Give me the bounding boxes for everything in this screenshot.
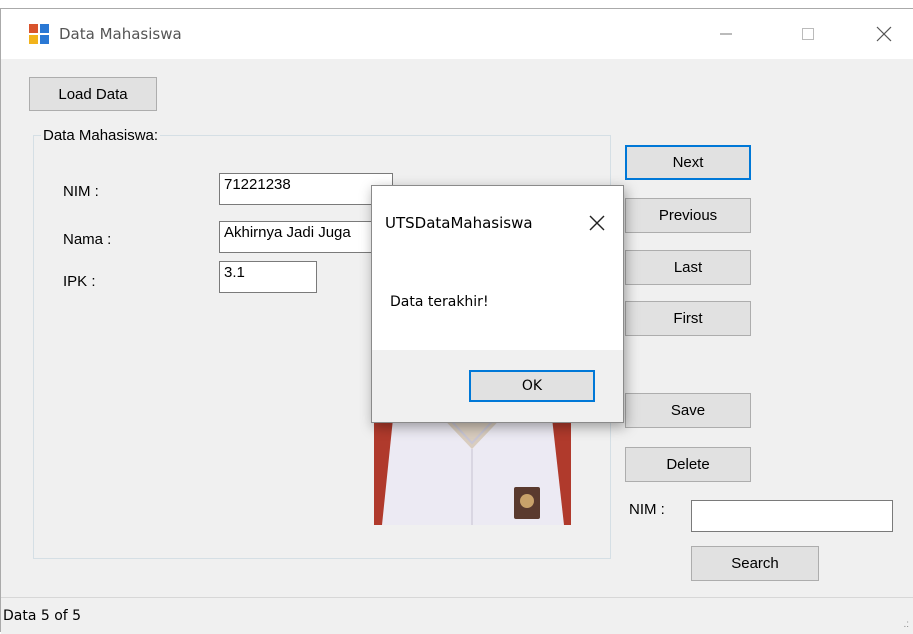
dialog-message: Data terakhir! — [390, 294, 489, 310]
search-nim-field[interactable] — [691, 500, 893, 532]
nama-label: Nama : — [63, 231, 112, 248]
form-icon — [29, 24, 49, 44]
save-button[interactable]: Save — [625, 393, 751, 428]
nama-field[interactable]: Akhirnya Jadi Juga — [219, 221, 393, 253]
close-button[interactable] — [855, 9, 913, 59]
search-nim-label: NIM : — [629, 501, 665, 518]
message-dialog: UTSDataMahasiswa Data terakhir! OK — [371, 185, 624, 423]
next-button[interactable]: Next — [625, 145, 751, 180]
nim-label: NIM : — [63, 183, 99, 200]
delete-button[interactable]: Delete — [625, 447, 751, 482]
minimize-button[interactable] — [697, 9, 755, 59]
ipk-label: IPK : — [63, 273, 96, 290]
window-title: Data Mahasiswa — [59, 25, 182, 43]
ok-button[interactable]: OK — [469, 370, 595, 402]
title-bar: Data Mahasiswa — [1, 9, 913, 59]
minimize-icon — [720, 33, 732, 35]
dialog-title: UTSDataMahasiswa — [385, 214, 533, 232]
first-button[interactable]: First — [625, 301, 751, 336]
dialog-footer: OK — [372, 350, 623, 422]
maximize-icon — [802, 28, 814, 40]
student-photo — [374, 409, 571, 525]
status-text: Data 5 of 5 — [3, 608, 82, 624]
previous-button[interactable]: Previous — [625, 198, 751, 233]
maximize-button[interactable] — [779, 9, 837, 59]
close-icon — [876, 26, 892, 42]
main-window: Data Mahasiswa Load Data Data Mahasiswa:… — [0, 8, 913, 634]
search-button[interactable]: Search — [691, 546, 819, 581]
close-icon — [589, 215, 605, 231]
last-button[interactable]: Last — [625, 250, 751, 285]
status-bar: Data 5 of 5 .: — [1, 597, 913, 634]
ipk-field[interactable]: 3.1 — [219, 261, 317, 293]
load-data-button[interactable]: Load Data — [29, 77, 157, 111]
dialog-close-button[interactable] — [580, 206, 614, 240]
nim-field[interactable]: 71221238 — [219, 173, 393, 205]
resize-grip[interactable]: .: — [903, 619, 909, 630]
background-strip — [0, 0, 913, 8]
group-label: Data Mahasiswa: — [41, 127, 161, 144]
